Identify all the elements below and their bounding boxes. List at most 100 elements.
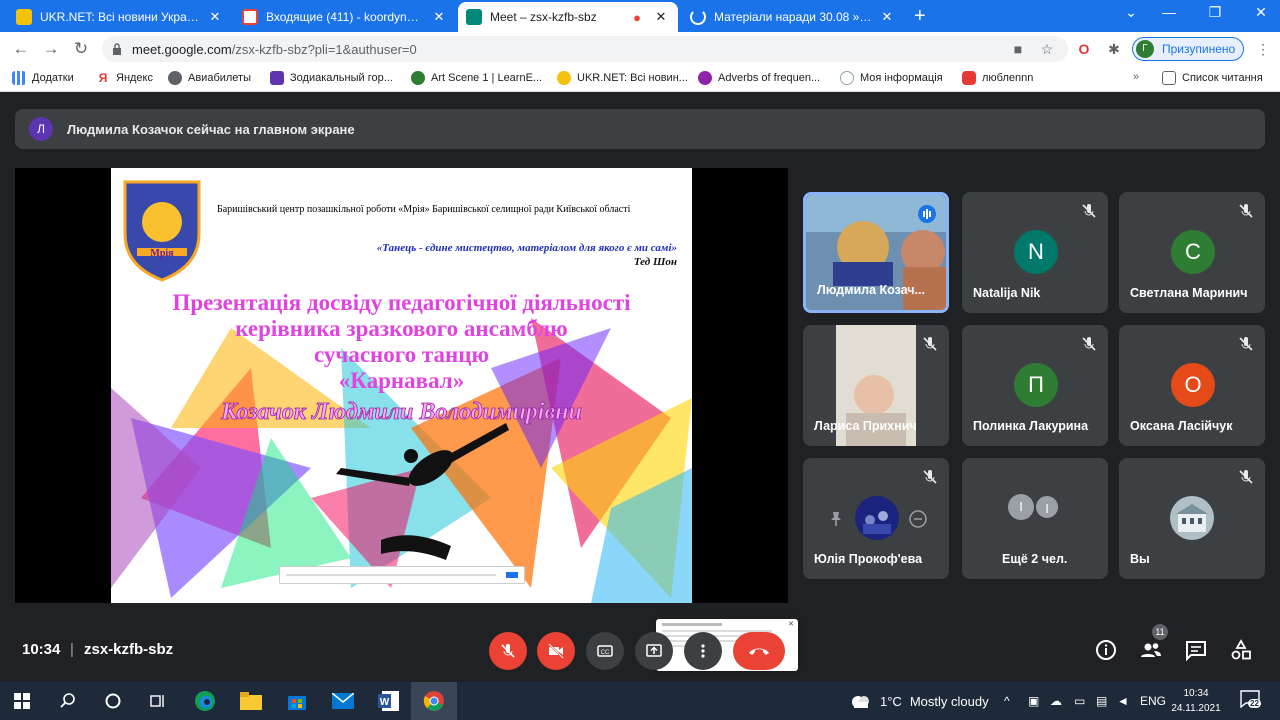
clock-time: 10:34 bbox=[1183, 688, 1209, 699]
monitor-icon[interactable]: ▭ bbox=[1074, 694, 1085, 708]
network-icon[interactable]: ▤ bbox=[1096, 694, 1107, 708]
close-icon[interactable]: ✕ bbox=[652, 9, 670, 25]
participant-avatar: N bbox=[1014, 230, 1058, 274]
camera-icon[interactable]: ■ bbox=[1009, 40, 1027, 58]
participant-name: Светлана Маринич bbox=[1130, 286, 1248, 300]
search-icon[interactable] bbox=[56, 689, 80, 713]
apps-grid-icon bbox=[12, 71, 26, 85]
mail-icon[interactable] bbox=[331, 689, 355, 713]
file-explorer-icon[interactable] bbox=[239, 689, 263, 713]
cortana-icon[interactable] bbox=[101, 689, 125, 713]
volume-icon[interactable]: ◄ bbox=[1117, 694, 1129, 708]
participant-tile[interactable]: N Natalija Nik bbox=[962, 192, 1108, 313]
word-icon[interactable]: W bbox=[377, 689, 401, 713]
captions-button[interactable]: CC bbox=[586, 632, 624, 670]
slide-quote: «Танець - єдине мистецтво, матеріалом дл… bbox=[376, 242, 677, 254]
weather-widget[interactable]: 1°C Mostly cloudy bbox=[850, 693, 989, 709]
bookmark-yandex[interactable]: Я Яндекс bbox=[96, 71, 153, 85]
opera-extension-icon[interactable]: O bbox=[1075, 40, 1093, 58]
meet-tray-icon[interactable]: ▣ bbox=[1028, 694, 1039, 708]
slide-title-line: Презентація досвіду педагогічної діяльно… bbox=[172, 290, 631, 315]
slide-shared-infobar bbox=[279, 566, 525, 584]
bookmark-youtube[interactable]: люблennn bbox=[962, 71, 1033, 85]
close-icon[interactable]: ✕ bbox=[206, 9, 224, 25]
meeting-info-icon[interactable] bbox=[1094, 638, 1118, 662]
task-view-icon[interactable] bbox=[146, 689, 170, 713]
pin-icon[interactable] bbox=[827, 510, 845, 528]
more-options-button[interactable] bbox=[684, 632, 722, 670]
svg-text:CC: CC bbox=[601, 650, 610, 656]
bookmark-star-icon[interactable]: ☆ bbox=[1038, 40, 1056, 58]
mic-toggle-button[interactable] bbox=[489, 632, 527, 670]
windows-start-icon[interactable] bbox=[10, 689, 34, 713]
maximize-button[interactable]: ❐ bbox=[1200, 4, 1230, 21]
forward-button[interactable]: → bbox=[40, 38, 62, 60]
edge-icon[interactable] bbox=[193, 689, 217, 713]
reload-button[interactable]: ↻ bbox=[70, 38, 92, 60]
participants-icon[interactable] bbox=[1139, 638, 1163, 662]
participant-avatar bbox=[855, 496, 899, 540]
camera-toggle-button[interactable] bbox=[537, 632, 575, 670]
profile-avatar: Г bbox=[1136, 40, 1154, 58]
participant-tile[interactable]: Людмила Козач... bbox=[803, 192, 949, 313]
slide-logo: Мрія bbox=[123, 180, 201, 282]
camera-off-icon bbox=[548, 643, 564, 659]
bookmarks-overflow-icon[interactable]: » bbox=[1133, 71, 1139, 83]
reading-list-icon bbox=[1162, 71, 1176, 85]
minimize-button[interactable]: — bbox=[1154, 4, 1184, 20]
tab-gmail[interactable]: Входящие (411) - koordynatzia@ ✕ bbox=[234, 2, 456, 32]
tab-ukrnet[interactable]: UKR.NET: Всі новини України, ос ✕ bbox=[8, 2, 232, 32]
meet-favicon-icon bbox=[466, 9, 482, 25]
bookmark-ukrnet[interactable]: UKR.NET: Всі новин... bbox=[557, 71, 688, 85]
microsoft-store-icon[interactable] bbox=[285, 689, 309, 713]
back-button[interactable]: ← bbox=[10, 38, 32, 60]
participant-tile[interactable]: П Полинка Лакурина bbox=[962, 325, 1108, 446]
remove-icon[interactable] bbox=[908, 509, 928, 529]
extensions-puzzle-icon[interactable]: ✱ bbox=[1105, 40, 1123, 58]
leave-call-button[interactable] bbox=[733, 632, 785, 670]
bookmark-apps[interactable]: Додатки bbox=[12, 71, 74, 85]
close-icon[interactable]: ✕ bbox=[878, 9, 896, 25]
system-clock[interactable]: 10:34 24.11.2021 bbox=[1166, 686, 1226, 716]
participant-tile[interactable]: Лариса Прихнич bbox=[803, 325, 949, 446]
tab-search-icon[interactable]: ⌄ bbox=[1116, 4, 1146, 21]
presenter-notice: Л Людмила Козачок сейчас на главном экра… bbox=[15, 109, 1265, 149]
presentation-stage: Мрія Баришівський центр позашкільної роб… bbox=[15, 168, 798, 671]
tab-materials[interactable]: Матеріали наради 30.08 » КНЗ " ✕ bbox=[682, 2, 904, 32]
close-icon[interactable]: ✕ bbox=[430, 9, 448, 25]
activities-icon[interactable] bbox=[1229, 638, 1253, 662]
menu-kebab-icon[interactable]: ⋮ bbox=[1254, 40, 1272, 58]
present-screen-icon bbox=[646, 644, 662, 657]
participant-avatar: I bbox=[1034, 494, 1060, 520]
bookmark-adverbs[interactable]: Adverbs of frequen... bbox=[698, 71, 820, 85]
participant-tile[interactable]: О Оксана Ласійчук bbox=[1119, 325, 1265, 446]
svg-text:W: W bbox=[380, 697, 390, 708]
ukrnet-favicon-icon bbox=[16, 9, 32, 25]
bookmark-flights[interactable]: Авиабилеты bbox=[168, 71, 251, 85]
notifications-button[interactable]: 22 bbox=[1240, 690, 1264, 712]
new-tab-button[interactable]: + bbox=[914, 6, 926, 26]
chrome-icon[interactable] bbox=[422, 689, 446, 713]
participant-name: Ещё 2 чел. bbox=[1002, 552, 1068, 566]
reading-list[interactable]: Список читання bbox=[1162, 71, 1263, 85]
globe-icon bbox=[168, 71, 182, 85]
tab-meet[interactable]: Meet – zsx-kzfb-sbz ● ✕ bbox=[458, 2, 678, 32]
present-button[interactable] bbox=[635, 632, 673, 670]
bookmark-zodiac[interactable]: Зодиакальный гор... bbox=[270, 71, 393, 85]
chat-icon[interactable] bbox=[1184, 638, 1208, 662]
participant-tile[interactable]: С Светлана Маринич bbox=[1119, 192, 1265, 313]
divider: | bbox=[70, 641, 74, 658]
tray-overflow-icon[interactable]: ^ bbox=[1004, 694, 1010, 708]
url-field[interactable]: meet.google.com/zsx-kzfb-sbz?pli=1&authu… bbox=[102, 36, 1068, 62]
bookmark-my-info[interactable]: Моя інформація bbox=[840, 71, 943, 85]
self-tile[interactable]: Вы bbox=[1119, 458, 1265, 579]
profile-button[interactable]: Г Призупинено bbox=[1132, 37, 1244, 61]
slide-title-line: «Карнавал» bbox=[338, 368, 465, 393]
onedrive-icon[interactable]: ☁ bbox=[1050, 694, 1062, 708]
bookmark-artscene[interactable]: Art Scene 1 | LearnE... bbox=[411, 71, 542, 85]
input-language[interactable]: ENG bbox=[1140, 694, 1166, 708]
participant-tile[interactable]: Юлія Прокоф'ева bbox=[803, 458, 949, 579]
clock-date: 24.11.2021 bbox=[1171, 703, 1221, 714]
close-window-button[interactable]: ✕ bbox=[1246, 4, 1276, 21]
more-participants-tile[interactable]: I I Ещё 2 чел. bbox=[962, 458, 1108, 579]
